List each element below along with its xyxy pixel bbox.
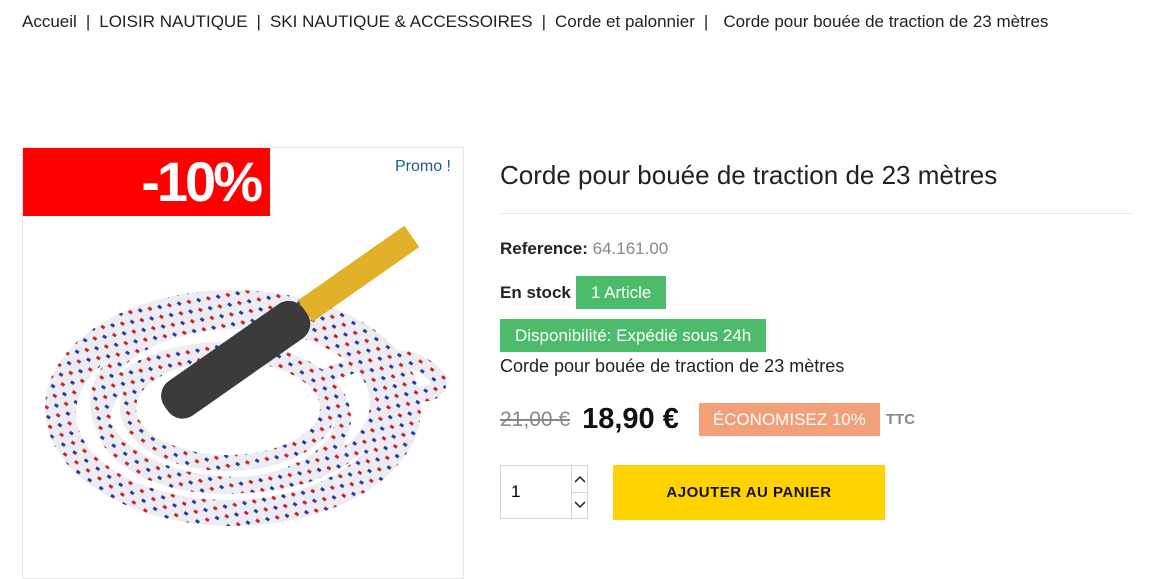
quantity-stepper	[500, 465, 588, 519]
reference-label: Reference:	[500, 239, 588, 258]
old-price: 21,00 €	[500, 407, 571, 431]
breadcrumb-separator: |	[541, 12, 547, 31]
breadcrumb-separator: |	[703, 12, 709, 31]
discount-flag: -10%	[23, 148, 270, 216]
chevron-up-icon	[573, 475, 586, 483]
product-title: Corde pour bouée de traction de 23 mètre…	[500, 160, 998, 190]
add-to-cart-button[interactable]: AJOUTER AU PANIER	[613, 465, 885, 520]
tax-label: TTC	[885, 411, 916, 428]
breadcrumb-separator: |	[85, 12, 91, 31]
breadcrumb-link-loisir-nautique[interactable]: LOISIR NAUTIQUE	[99, 12, 247, 31]
chevron-down-icon	[573, 501, 586, 509]
reference-value: 64.161.00	[592, 239, 669, 258]
price-row: 21,00 € 18,90 € ÉCONOMISEZ 10% TTC	[500, 403, 915, 436]
quantity-input[interactable]	[501, 466, 571, 518]
availability-badge: Disponibilité: Expédié sous 24h	[500, 319, 767, 352]
product-image[interactable]	[23, 218, 463, 578]
savings-badge: ÉCONOMISEZ 10%	[698, 403, 880, 436]
breadcrumb-link-home[interactable]: Accueil	[22, 12, 77, 31]
breadcrumb-link-corde-palonnier[interactable]: Corde et palonnier	[555, 12, 695, 31]
product-image-panel[interactable]: -10% Promo !	[22, 147, 464, 579]
divider	[500, 213, 1133, 214]
quantity-decrease-button[interactable]	[572, 493, 587, 519]
quantity-increase-button[interactable]	[572, 466, 587, 493]
quantity-arrows	[571, 466, 587, 518]
stock-badge: 1 Article	[575, 276, 667, 309]
current-price: 18,90 €	[582, 403, 679, 435]
reference: Reference: 64.161.00	[500, 239, 668, 259]
breadcrumb-current: Corde pour bouée de traction de 23 mètre…	[723, 12, 1049, 31]
breadcrumb-link-ski-nautique[interactable]: SKI NAUTIQUE & ACCESSOIRES	[270, 12, 533, 31]
breadcrumb: Accueil | LOISIR NAUTIQUE | SKI NAUTIQUE & A…	[22, 5, 1102, 38]
stock-row: En stock 1 Article	[500, 276, 667, 309]
stock-label: En stock	[500, 282, 571, 302]
breadcrumb-separator: |	[256, 12, 261, 31]
promo-label: Promo !	[394, 158, 451, 175]
short-description: Corde pour bouée de traction de 23 mètre…	[500, 356, 845, 376]
